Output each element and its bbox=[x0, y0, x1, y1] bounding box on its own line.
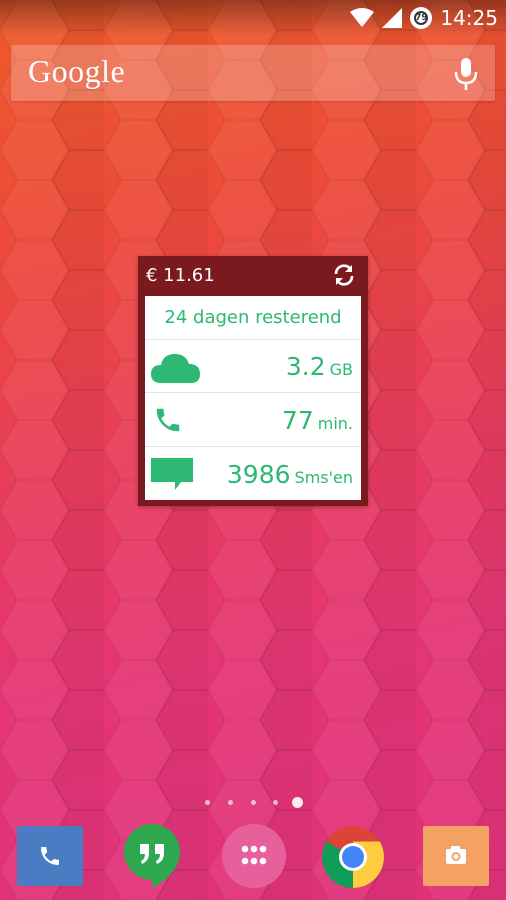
minutes-amount: 77 bbox=[281, 406, 314, 435]
sms-unit: Sms'en bbox=[294, 468, 353, 487]
page-dot[interactable] bbox=[273, 800, 278, 805]
sms-row[interactable]: 3986 Sms'en bbox=[145, 448, 361, 501]
app-drawer-button[interactable] bbox=[222, 824, 286, 888]
wifi-icon bbox=[350, 8, 375, 27]
phone-icon bbox=[41, 847, 59, 865]
page-dot-active[interactable] bbox=[292, 797, 303, 808]
call-minutes-row[interactable]: 77 min. bbox=[145, 394, 361, 447]
sms-amount: 3986 bbox=[226, 460, 291, 489]
battery-level: 79 bbox=[414, 11, 429, 25]
days-remaining: 24 dagen resterend bbox=[145, 296, 361, 340]
app-dock bbox=[0, 820, 506, 900]
call-minutes-value: 77 min. bbox=[282, 394, 353, 450]
minutes-unit: min. bbox=[317, 414, 353, 433]
page-dot[interactable] bbox=[205, 800, 210, 805]
status-bar: 79 14:25 bbox=[0, 0, 506, 36]
phone-app-button[interactable] bbox=[17, 826, 83, 886]
app-drawer-icon bbox=[241, 845, 267, 865]
google-search-bar[interactable]: Google bbox=[11, 45, 495, 101]
usage-widget[interactable]: € 11.61 24 dagen resterend 3.2 GB 77 min. bbox=[138, 256, 368, 506]
widget-header: € 11.61 bbox=[138, 256, 368, 294]
data-usage-value: 3.2 GB bbox=[286, 340, 353, 396]
widget-body: 24 dagen resterend 3.2 GB 77 min. 3986 Sms'… bbox=[145, 296, 361, 500]
page-indicator bbox=[0, 793, 506, 813]
hangouts-icon bbox=[124, 824, 180, 888]
phone-icon bbox=[156, 408, 180, 432]
message-icon bbox=[151, 458, 193, 490]
data-unit: GB bbox=[329, 360, 353, 379]
google-logo: Google bbox=[28, 53, 126, 89]
data-usage-row[interactable]: 3.2 GB bbox=[145, 340, 361, 393]
page-dot[interactable] bbox=[251, 800, 256, 805]
page-dot[interactable] bbox=[228, 800, 233, 805]
sms-value: 3986 Sms'en bbox=[227, 448, 353, 504]
data-amount: 3.2 bbox=[285, 352, 326, 381]
balance-amount: € 11.61 bbox=[146, 265, 215, 286]
camera-app-button[interactable] bbox=[423, 826, 489, 886]
chrome-app-button[interactable] bbox=[320, 824, 386, 890]
refresh-icon[interactable] bbox=[332, 263, 356, 287]
camera-icon bbox=[446, 846, 466, 864]
mic-icon[interactable] bbox=[451, 57, 481, 91]
status-time: 14:25 bbox=[440, 6, 498, 30]
status-icons: 79 14:25 bbox=[350, 4, 498, 32]
chrome-icon bbox=[322, 826, 384, 888]
hangouts-app-button[interactable] bbox=[120, 822, 184, 892]
signal-icon bbox=[382, 8, 403, 28]
battery-icon: 79 bbox=[410, 7, 433, 29]
cloud-icon bbox=[151, 354, 200, 383]
